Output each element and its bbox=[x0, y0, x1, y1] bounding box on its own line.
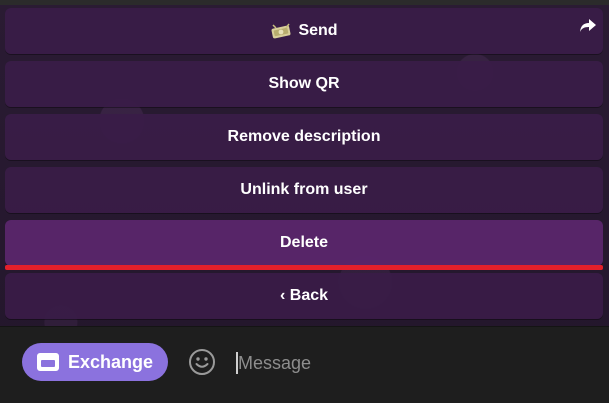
menu-icon bbox=[36, 353, 59, 371]
share-arrow-icon[interactable] bbox=[579, 16, 597, 34]
remove-description-button[interactable]: Remove description bbox=[5, 114, 603, 160]
show-qr-label: Show QR bbox=[268, 75, 340, 92]
send-button-content: Send bbox=[270, 21, 338, 41]
message-input-bar: Exchange bbox=[0, 326, 609, 403]
exchange-label: Exchange bbox=[67, 351, 154, 372]
back-label: ‹ Back bbox=[279, 287, 329, 304]
exchange-menu-button[interactable]: Exchange bbox=[22, 343, 168, 381]
delete-button[interactable]: Delete bbox=[5, 220, 603, 266]
message-input[interactable] bbox=[238, 347, 588, 379]
delete-highlight-underline bbox=[5, 265, 603, 270]
inline-keyboard: Send Show QR Remove description Unlink f… bbox=[0, 0, 609, 326]
send-label: Send bbox=[298, 22, 338, 39]
money-bag-icon bbox=[271, 23, 291, 39]
emoji-icon[interactable] bbox=[187, 347, 217, 377]
chat-screen: Send Show QR Remove description Unlink f… bbox=[0, 0, 609, 403]
remove-description-label: Remove description bbox=[227, 128, 381, 145]
show-qr-button[interactable]: Show QR bbox=[5, 61, 603, 107]
send-button[interactable]: Send bbox=[5, 8, 603, 54]
unlink-from-user-label: Unlink from user bbox=[240, 181, 368, 198]
back-button[interactable]: ‹ Back bbox=[5, 273, 603, 319]
unlink-from-user-button[interactable]: Unlink from user bbox=[5, 167, 603, 213]
delete-label: Delete bbox=[279, 234, 329, 251]
